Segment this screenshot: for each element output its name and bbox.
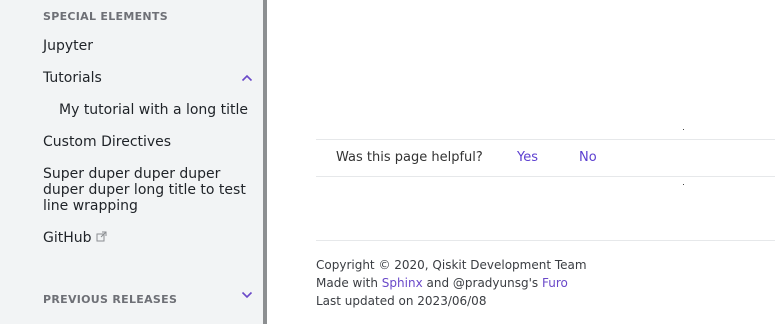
footer-made-with: Made with Sphinx and @pradyunsg's Furo: [316, 276, 568, 290]
sidebar-item-my-tutorial[interactable]: My tutorial with a long title: [59, 102, 248, 118]
made-with-prefix: Made with: [316, 276, 382, 290]
feedback-no-button[interactable]: No: [579, 150, 597, 165]
sidebar-item-tutorials[interactable]: Tutorials: [43, 70, 102, 86]
made-with-and: and @pradyunsg's: [422, 276, 542, 290]
sidebar-item-github-label: GitHub: [43, 230, 92, 246]
furo-link[interactable]: Furo: [542, 276, 568, 290]
sidebar-item-custom-directives[interactable]: Custom Directives: [43, 134, 171, 150]
external-link-icon: [96, 230, 107, 246]
chevron-down-icon[interactable]: [241, 291, 253, 299]
feedback-question: Was this page helpful?: [336, 150, 483, 165]
separator-dot: [683, 129, 684, 130]
previous-releases-heading: PREVIOUS RELEASES: [43, 293, 178, 306]
footer-copyright: Copyright © 2020, Qiskit Development Tea…: [316, 258, 587, 272]
feedback-yes-button[interactable]: Yes: [517, 150, 538, 165]
sidebar: SPECIAL ELEMENTS Jupyter Tutorials My tu…: [0, 0, 263, 324]
chevron-up-icon[interactable]: [241, 74, 253, 82]
sidebar-item-github[interactable]: GitHub: [43, 230, 107, 246]
sidebar-border: [263, 0, 267, 324]
sidebar-item-long-title[interactable]: Super duper duper duper duper duper long…: [43, 166, 253, 214]
sphinx-link[interactable]: Sphinx: [382, 276, 423, 290]
separator-dot: [683, 184, 684, 185]
sidebar-item-jupyter[interactable]: Jupyter: [43, 38, 93, 54]
feedback-top-divider: [316, 139, 775, 140]
footer-divider: [316, 240, 775, 241]
footer-last-updated: Last updated on 2023/06/08: [316, 294, 487, 308]
special-elements-heading: SPECIAL ELEMENTS: [43, 10, 168, 23]
feedback-bottom-divider: [316, 176, 775, 177]
